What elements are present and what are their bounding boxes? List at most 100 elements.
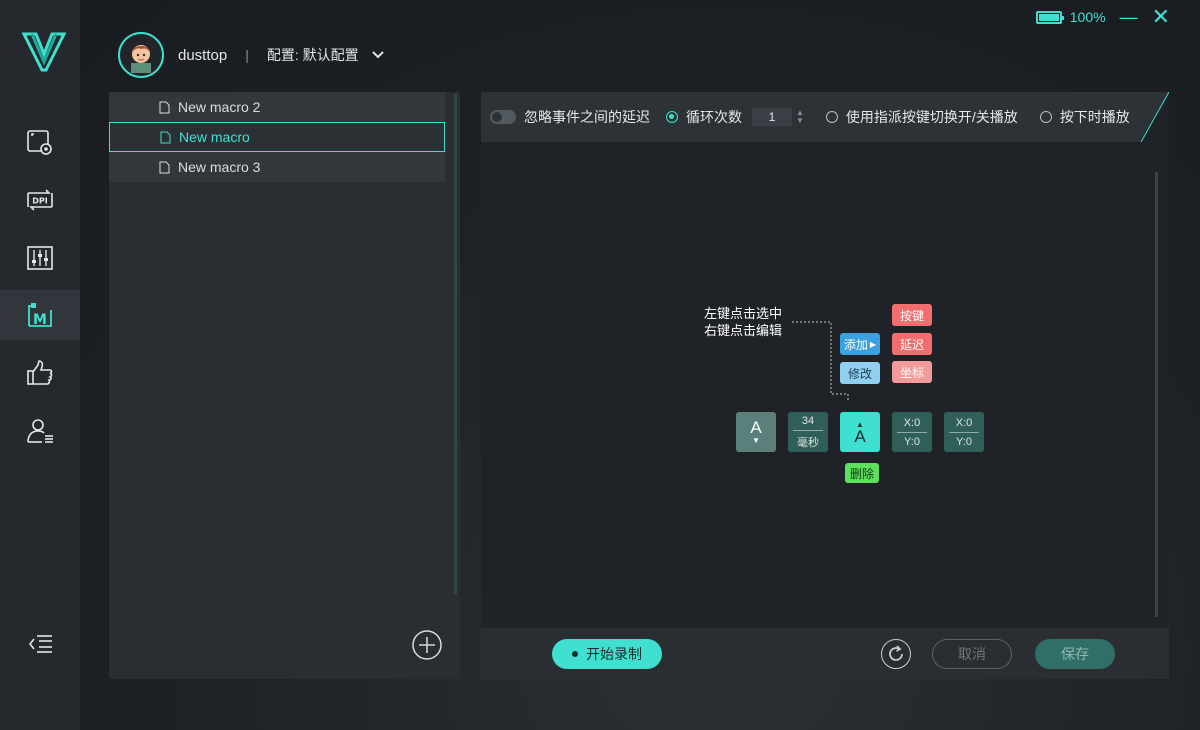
dpi-icon: DPI xyxy=(27,189,53,211)
editor-scrollbar[interactable] xyxy=(1155,172,1158,617)
battery-icon xyxy=(1035,10,1064,24)
macro-node-key-down[interactable]: A ▼ xyxy=(736,412,776,452)
macro-item[interactable]: New macro 3 xyxy=(109,152,445,182)
hold-play-label: 按下时播放 xyxy=(1059,109,1130,125)
macro-node-coord[interactable]: X:0 Y:0 xyxy=(944,412,984,452)
delay-unit: 毫秒 xyxy=(797,436,819,449)
avatar[interactable] xyxy=(118,32,164,78)
start-record-button[interactable]: 开始录制 xyxy=(552,639,662,669)
menu-add-delay[interactable]: 延迟 xyxy=(892,333,932,355)
toggle-play-label: 使用指派按键切换开/关播放 xyxy=(845,109,1018,125)
sidebar: DPI M xyxy=(0,0,80,730)
node-key-label: A xyxy=(854,426,866,446)
screen-gear-icon xyxy=(27,130,52,155)
record-dot-icon xyxy=(572,651,578,657)
loop-count-value: 1 xyxy=(768,110,776,124)
add-label: 添加 xyxy=(843,337,868,352)
macro-list-panel: New macro 2 New macro New macro 3 xyxy=(109,92,460,679)
delay-value: 34 xyxy=(801,414,815,427)
username: dusttop xyxy=(178,46,228,64)
loop-count-stepper[interactable]: ▲ ▼ xyxy=(796,109,804,125)
brand-logo xyxy=(22,32,66,72)
window-controls: 100% — ✕ xyxy=(1035,6,1170,28)
sidebar-item-sliders[interactable] xyxy=(0,233,80,283)
record-label: 开始录制 xyxy=(586,646,642,662)
arrow-down-icon: ▼ xyxy=(752,435,760,445)
menu-key-label: 按键 xyxy=(899,308,924,323)
svg-text:M: M xyxy=(33,312,47,328)
file-icon xyxy=(160,131,171,143)
save-button[interactable]: 保存 xyxy=(1035,639,1115,669)
menu-coord-label: 坐标 xyxy=(899,365,924,380)
macro-node-key-up[interactable]: ▲ A xyxy=(840,412,880,452)
chevron-down-icon[interactable] xyxy=(371,48,385,62)
hint-left-click: 左键点击选中 xyxy=(704,306,783,321)
macro-item-label: New macro 2 xyxy=(178,99,261,115)
sidebar-item-user[interactable] xyxy=(0,406,80,456)
panel-corner-decoration xyxy=(1139,92,1169,142)
macro-node-delay[interactable]: 34 毫秒 xyxy=(788,412,828,452)
coord-x: X:0 xyxy=(955,416,973,429)
delete-node-button[interactable]: 删除 xyxy=(845,463,879,483)
add-macro-icon[interactable] xyxy=(411,629,443,661)
config-selector-label[interactable]: 配置: 默认配置 xyxy=(267,45,359,65)
macro-options-bar: 忽略事件之间的延迟 循环次数 1 ▲ ▼ 使用指派按键切换开/关播放 按下时播放 xyxy=(481,92,1169,142)
menu-add-coord[interactable]: 坐标 xyxy=(892,361,932,383)
battery-indicator: 100% xyxy=(1035,9,1106,25)
equalizer-icon xyxy=(27,246,53,270)
menu-add-key[interactable]: 按键 xyxy=(892,304,932,326)
loop-count-label: 循环次数 xyxy=(686,109,742,125)
node-key-label: A xyxy=(750,417,762,437)
ignore-delay-toggle[interactable] xyxy=(490,110,516,124)
battery-label: 100% xyxy=(1069,9,1106,25)
profile-header: dusttop | 配置: 默认配置 xyxy=(118,32,385,78)
delete-label: 删除 xyxy=(849,466,874,481)
thumbs-up-icon xyxy=(27,360,53,385)
refresh-button[interactable] xyxy=(881,639,911,669)
coord-y: Y:0 xyxy=(904,435,920,448)
hint-right-click: 右键点击编辑 xyxy=(704,323,783,338)
cancel-label: 取消 xyxy=(958,646,986,662)
hold-play-radio[interactable] xyxy=(1039,111,1052,123)
minimize-icon[interactable]: — xyxy=(1120,8,1138,26)
user-settings-icon xyxy=(27,419,53,443)
macro-item[interactable]: New macro 2 xyxy=(109,92,445,122)
macro-node-coord[interactable]: X:0 Y:0 xyxy=(892,412,932,452)
file-icon xyxy=(159,161,170,173)
cancel-button[interactable]: 取消 xyxy=(932,639,1012,669)
stepper-down-icon[interactable]: ▼ xyxy=(796,117,804,125)
save-label: 保存 xyxy=(1061,646,1089,662)
modify-node-button[interactable]: 修改 xyxy=(840,362,880,384)
menu-delay-label: 延迟 xyxy=(899,337,924,352)
loop-count-input[interactable]: 1 xyxy=(752,108,792,126)
header-separator: | xyxy=(245,47,249,63)
file-icon xyxy=(159,101,170,113)
macro-item-label: New macro xyxy=(179,129,250,145)
editor-hint: 左键点击选中 右键点击编辑 xyxy=(704,305,782,339)
macro-item-label: New macro 3 xyxy=(178,159,261,175)
close-icon[interactable]: ✕ xyxy=(1152,6,1170,28)
svg-text:DPI: DPI xyxy=(32,197,48,206)
add-node-button[interactable]: 添加 ▶ xyxy=(840,333,880,355)
macro-list-scrollbar[interactable] xyxy=(454,94,457,594)
macro-list: New macro 2 New macro New macro 3 xyxy=(109,92,445,182)
loop-count-radio[interactable] xyxy=(666,111,678,123)
play-right-icon: ▶ xyxy=(869,339,877,349)
ignore-delay-label: 忽略事件之间的延迟 xyxy=(524,109,650,125)
macro-item[interactable]: New macro xyxy=(109,122,445,152)
macro-editor-panel: 忽略事件之间的延迟 循环次数 1 ▲ ▼ 使用指派按键切换开/关播放 按下时播放… xyxy=(481,92,1169,679)
sidebar-item-dpi[interactable]: DPI xyxy=(0,175,80,225)
coord-x: X:0 xyxy=(903,416,921,429)
editor-footer: 开始录制 取消 保存 xyxy=(481,628,1169,679)
avatar-image xyxy=(131,45,151,73)
collapse-menu-icon[interactable] xyxy=(26,629,56,659)
toggle-play-radio[interactable] xyxy=(825,111,838,123)
macro-editor-canvas[interactable]: 左键点击选中 右键点击编辑 添加▶ 修改 按键 延迟 坐标 A ▼ 34 毫秒 xyxy=(481,142,1169,628)
sidebar-item-mouse-settings[interactable] xyxy=(0,117,80,167)
sidebar-item-macro[interactable]: M xyxy=(0,290,80,340)
modify-label: 修改 xyxy=(847,366,872,381)
sidebar-item-like[interactable] xyxy=(0,348,80,398)
macro-icon: M xyxy=(28,303,52,328)
refresh-icon xyxy=(889,645,903,661)
coord-y: Y:0 xyxy=(956,435,972,448)
